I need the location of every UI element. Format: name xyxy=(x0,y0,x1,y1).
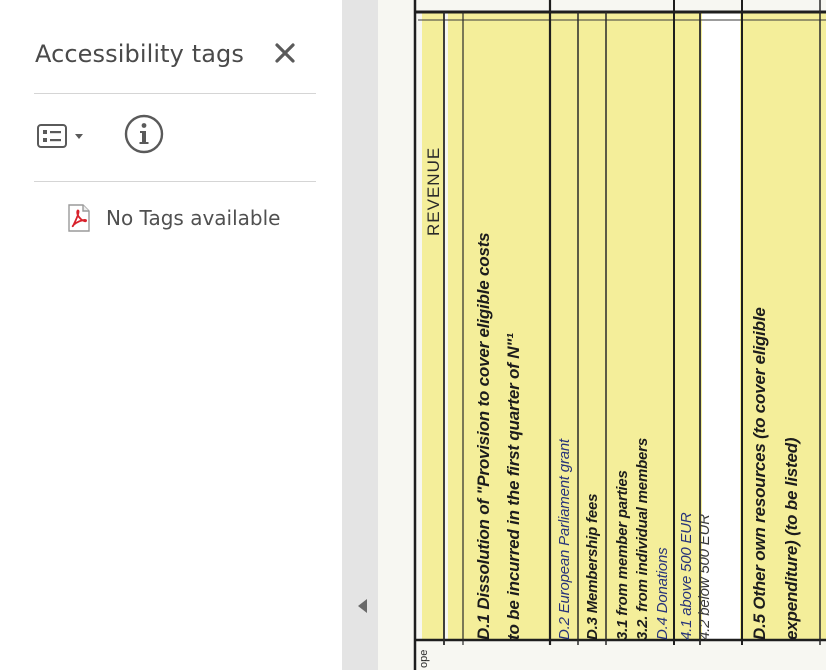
row-d5-line2: expenditure) (to be listed) xyxy=(782,437,801,640)
row-d1-line1: D.1 Dissolution of "Provision to cover e… xyxy=(474,232,493,640)
row-d3: D.3 Membership fees xyxy=(584,493,601,640)
panel-splitter[interactable] xyxy=(342,0,378,670)
revenue-header: REVENUE xyxy=(424,146,443,236)
pdf-file-icon xyxy=(68,204,90,232)
row-d4: D.4 Donations xyxy=(654,547,671,640)
options-menu-button[interactable] xyxy=(36,118,104,154)
document-page-view[interactable]: REVENUE D.1 Dissolution of "Provision to… xyxy=(378,0,826,670)
footer-fragment: ope xyxy=(418,649,430,668)
row-d41: 4.1 above 500 EUR xyxy=(678,512,695,640)
row-d31: 3.1 from member parties xyxy=(614,470,631,640)
no-tags-message: No Tags available xyxy=(66,203,280,233)
triangle-left-icon[interactable] xyxy=(355,597,369,615)
close-icon[interactable] xyxy=(268,36,302,70)
accessibility-tags-panel: Accessibility tags No Tags available xyxy=(0,0,342,670)
row-d32: 3.2. from individual members xyxy=(634,438,651,640)
info-icon[interactable] xyxy=(122,112,166,156)
row-d5-line1: D.5 Other own resources (to cover eligib… xyxy=(750,307,769,640)
panel-divider-top xyxy=(34,93,316,94)
row-d42: 4.2 below 500 EUR xyxy=(696,514,713,640)
row-d1-line2: to be incurred in the first quarter of N… xyxy=(504,333,523,640)
panel-divider-bottom xyxy=(34,181,316,182)
row-d2: D.2 European Parliament grant xyxy=(556,439,573,640)
list-options-icon xyxy=(37,124,67,148)
panel-title: Accessibility tags xyxy=(35,40,244,68)
no-tags-label: No Tags available xyxy=(106,206,281,230)
chevron-down-icon xyxy=(75,134,83,139)
